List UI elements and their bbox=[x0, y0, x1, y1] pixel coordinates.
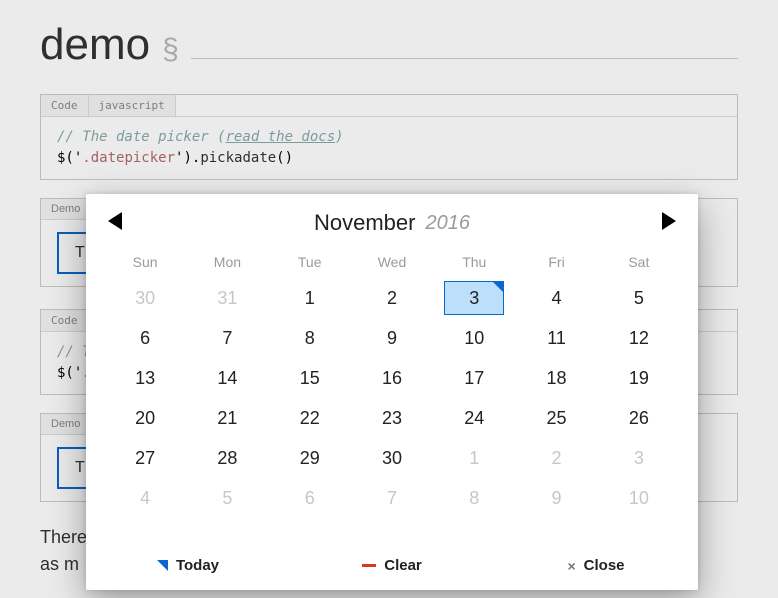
calendar-day[interactable]: 26 bbox=[609, 401, 669, 435]
calendar-day[interactable]: 5 bbox=[609, 281, 669, 315]
calendar-day[interactable]: 23 bbox=[362, 401, 422, 435]
calendar-day[interactable]: 27 bbox=[115, 441, 175, 475]
calendar-day[interactable]: 8 bbox=[280, 321, 340, 355]
calendar-day[interactable]: 15 bbox=[280, 361, 340, 395]
clear-label: Clear bbox=[384, 557, 422, 574]
calendar-day[interactable]: 1 bbox=[280, 281, 340, 315]
calendar-day-outside[interactable]: 10 bbox=[609, 481, 669, 515]
calendar-day[interactable]: 14 bbox=[197, 361, 257, 395]
calendar-day[interactable]: 21 bbox=[197, 401, 257, 435]
calendar-day-outside[interactable]: 5 bbox=[197, 481, 257, 515]
weekday-header: Thu bbox=[433, 244, 515, 278]
code-block-1: Code javascript // The date picker (read… bbox=[40, 94, 738, 180]
calendar-day-outside[interactable]: 7 bbox=[362, 481, 422, 515]
weekday-header: Mon bbox=[186, 244, 268, 278]
calendar-day[interactable]: 24 bbox=[444, 401, 504, 435]
calendar-day[interactable]: 20 bbox=[115, 401, 175, 435]
close-marker-icon: × bbox=[567, 558, 575, 574]
calendar-day[interactable]: 18 bbox=[527, 361, 587, 395]
calendar-day-outside[interactable]: 31 bbox=[197, 281, 257, 315]
calendar-day[interactable]: 30 bbox=[362, 441, 422, 475]
calendar-day[interactable]: 17 bbox=[444, 361, 504, 395]
calendar-day[interactable]: 22 bbox=[280, 401, 340, 435]
clear-marker-icon bbox=[362, 564, 376, 567]
calendar-day[interactable]: 10 bbox=[444, 321, 504, 355]
prev-month-button[interactable] bbox=[108, 212, 122, 230]
datepicker-popup: November 2016 SunMonTueWedThuFriSat 3031… bbox=[86, 194, 698, 590]
calendar-day[interactable]: 12 bbox=[609, 321, 669, 355]
code-tab-code[interactable]: Code bbox=[41, 95, 89, 116]
calendar-day[interactable]: 2 bbox=[362, 281, 422, 315]
today-marker-icon bbox=[157, 560, 168, 571]
calendar-day[interactable]: 13 bbox=[115, 361, 175, 395]
close-button[interactable]: × Close bbox=[494, 557, 698, 574]
weekday-header: Sat bbox=[598, 244, 680, 278]
section-symbol: § bbox=[162, 33, 179, 67]
code-tab-code-2[interactable]: Code bbox=[41, 310, 89, 331]
calendar-day-outside[interactable]: 4 bbox=[115, 481, 175, 515]
calendar-day-outside[interactable]: 9 bbox=[527, 481, 587, 515]
picker-year[interactable]: 2016 bbox=[425, 212, 470, 235]
today-label: Today bbox=[176, 557, 219, 574]
calendar-day-outside[interactable]: 1 bbox=[444, 441, 504, 475]
calendar-day[interactable]: 4 bbox=[527, 281, 587, 315]
calendar-day[interactable]: 25 bbox=[527, 401, 587, 435]
next-month-button[interactable] bbox=[662, 212, 676, 230]
today-button[interactable]: Today bbox=[86, 557, 290, 574]
weekday-header: Fri bbox=[515, 244, 597, 278]
calendar-day-selected[interactable]: 3 bbox=[444, 281, 504, 315]
weekday-header: Tue bbox=[269, 244, 351, 278]
demo-label-1: Demo bbox=[41, 199, 91, 220]
calendar-day[interactable]: 9 bbox=[362, 321, 422, 355]
title-rule bbox=[191, 58, 738, 59]
calendar-day-outside[interactable]: 2 bbox=[527, 441, 587, 475]
close-label: Close bbox=[584, 557, 625, 574]
calendar-day[interactable]: 11 bbox=[527, 321, 587, 355]
calendar-day[interactable]: 7 bbox=[197, 321, 257, 355]
calendar-day[interactable]: 29 bbox=[280, 441, 340, 475]
calendar-day[interactable]: 6 bbox=[115, 321, 175, 355]
code-comment: // The date picker (read the docs) bbox=[57, 129, 344, 145]
calendar-day[interactable]: 19 bbox=[609, 361, 669, 395]
title-row: demo § bbox=[40, 20, 738, 70]
weekday-header: Sun bbox=[104, 244, 186, 278]
picker-footer: Today Clear × Close bbox=[86, 543, 698, 590]
page-title: demo bbox=[40, 20, 150, 70]
picker-month[interactable]: November bbox=[314, 210, 415, 236]
calendar-day[interactable]: 28 bbox=[197, 441, 257, 475]
weekday-header: Wed bbox=[351, 244, 433, 278]
code-body-1: // The date picker (read the docs) $('.d… bbox=[41, 117, 737, 179]
code-tab-lang[interactable]: javascript bbox=[89, 95, 176, 116]
calendar-day[interactable]: 16 bbox=[362, 361, 422, 395]
demo-label-2: Demo bbox=[41, 414, 91, 435]
docs-link[interactable]: read the docs bbox=[226, 129, 336, 145]
calendar-day-outside[interactable]: 3 bbox=[609, 441, 669, 475]
picker-header: November 2016 bbox=[86, 194, 698, 240]
clear-button[interactable]: Clear bbox=[290, 557, 494, 574]
calendar-day-outside[interactable]: 6 bbox=[280, 481, 340, 515]
calendar-day-outside[interactable]: 8 bbox=[444, 481, 504, 515]
calendar-day-outside[interactable]: 30 bbox=[115, 281, 175, 315]
calendar-grid: SunMonTueWedThuFriSat 303112345678910111… bbox=[86, 240, 698, 543]
code-line-2: $('.datepicker').pickadate() bbox=[57, 148, 721, 169]
